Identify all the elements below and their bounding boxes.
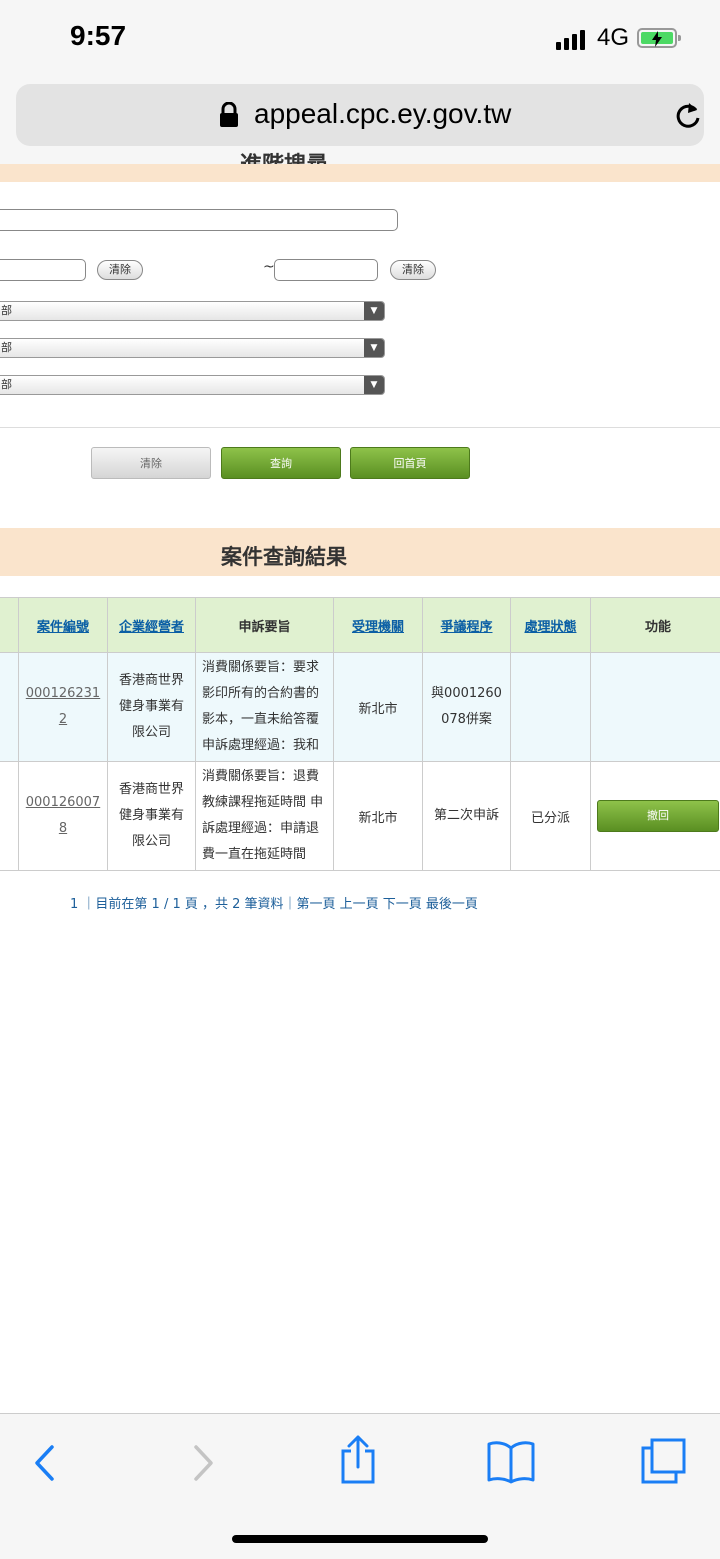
procedure-cell: 與0001260078併案 (423, 653, 511, 762)
select-2-value: 部 (1, 341, 12, 354)
browser-url-area: appeal.cpc.ey.gov.tw (0, 80, 720, 164)
header-procedure[interactable]: 爭議程序 (423, 598, 511, 653)
row-index-cell (0, 653, 19, 762)
case-no-link[interactable]: 000126007 8 (19, 790, 107, 842)
company-cell: 香港商世界健身事業有限公司 (108, 762, 196, 871)
status-cell (511, 653, 591, 762)
query-button[interactable]: 查詢 (221, 447, 341, 479)
signal-icon (556, 28, 585, 50)
url-text: appeal.cpc.ey.gov.tw (254, 98, 511, 130)
pagination[interactable]: 1 ｜目前在第 1 / 1 頁 ，共 2 筆資料｜第一頁 上一頁 下一頁 最後一… (70, 893, 478, 912)
summary-cell: 消費關係要旨：退費教練課程拖延時間 申訴處理經過：申請退費一直在拖延時間 (196, 762, 334, 871)
case-no-part-2: 8 (59, 821, 67, 836)
date-range-tilde: ~ (263, 259, 275, 275)
table-row: 000126007 8 香港商世界健身事業有限公司 消費關係要旨：退費教練課程拖… (0, 762, 720, 871)
chevron-down-icon: ▼ (364, 376, 384, 394)
header-case-no[interactable]: 案件編號 (19, 598, 108, 653)
case-no-cell[interactable]: 000126007 8 (19, 762, 108, 871)
summary-cell: 消費關係要旨：要求影印所有的合約書的影本，一直未給答覆申訴處理經過：我和 (196, 653, 334, 762)
clear-button[interactable]: 清除 (91, 447, 211, 479)
sort-procedure-link[interactable]: 爭議程序 (440, 620, 492, 635)
battery-icon (637, 28, 677, 48)
results-title: 案件查詢結果 (0, 541, 568, 571)
agency-cell: 新北市 (334, 762, 423, 871)
row-index-cell (0, 762, 19, 871)
select-1-value: 部 (1, 304, 12, 317)
clock: 9:57 (70, 20, 126, 52)
agency-cell: 新北市 (334, 653, 423, 762)
share-icon[interactable] (338, 1434, 378, 1486)
sort-agency-link[interactable]: 受理機關 (352, 620, 404, 635)
home-indicator (232, 1535, 488, 1543)
header-agency[interactable]: 受理機關 (334, 598, 423, 653)
header-function: 功能 (591, 598, 720, 653)
forward-icon[interactable] (190, 1444, 216, 1482)
withdraw-button[interactable]: 撤回 (597, 800, 719, 832)
status-bar: 9:57 4G (0, 0, 720, 80)
header-summary: 申訴要旨 (196, 598, 334, 653)
home-button[interactable]: 回首頁 (350, 447, 470, 479)
status-cell: 已分派 (511, 762, 591, 871)
case-no-part-1: 000126231 (26, 686, 100, 701)
date-to-input[interactable] (274, 259, 378, 281)
chevron-down-icon: ▼ (364, 339, 384, 357)
sort-case-no-link[interactable]: 案件編號 (37, 620, 89, 635)
results-table: 案件編號 企業經營者 申訴要旨 受理機關 爭議程序 處理狀態 功能 000126… (0, 597, 720, 871)
divider (0, 427, 720, 428)
reload-icon[interactable] (674, 101, 702, 131)
case-no-cell[interactable]: 000126231 2 (19, 653, 108, 762)
summary-text: 消費關係要旨：要求影印所有的合約書的影本，一直未給答覆申訴處理經過：我和 (202, 655, 327, 759)
header-company[interactable]: 企業經營者 (108, 598, 196, 653)
company-cell: 香港商世界健身事業有限公司 (108, 653, 196, 762)
select-3-value: 部 (1, 378, 12, 391)
network-type: 4G (597, 24, 629, 52)
date-from-input[interactable] (0, 259, 86, 281)
search-section-title: 進階搜尋 (240, 146, 328, 164)
clear-date-from-button[interactable]: 清除 (97, 260, 143, 280)
action-cell (591, 653, 720, 762)
case-no-part-1: 000126007 (26, 795, 100, 810)
select-2[interactable]: 部 ▼ (0, 338, 385, 358)
url-bar[interactable]: appeal.cpc.ey.gov.tw (16, 84, 704, 146)
case-no-link[interactable]: 000126231 2 (19, 681, 107, 733)
keyword-input[interactable] (0, 209, 398, 231)
back-icon[interactable] (32, 1444, 58, 1482)
tabs-icon[interactable] (638, 1436, 688, 1486)
summary-text: 消費關係要旨：退費教練課程拖延時間 申訴處理經過：申請退費一直在拖延時間 (202, 764, 327, 868)
chevron-down-icon: ▼ (364, 302, 384, 320)
clear-date-to-button[interactable]: 清除 (390, 260, 436, 280)
select-1[interactable]: 部 ▼ (0, 301, 385, 321)
table-row: 000126231 2 香港商世界健身事業有限公司 消費關係要旨：要求影印所有的… (0, 653, 720, 762)
header-index (0, 598, 19, 653)
action-cell: 撤回 (591, 762, 720, 871)
select-3[interactable]: 部 ▼ (0, 375, 385, 395)
case-no-part-2: 2 (59, 712, 67, 727)
header-status[interactable]: 處理狀態 (511, 598, 591, 653)
sort-company-link[interactable]: 企業經營者 (119, 620, 184, 635)
lock-icon (219, 102, 239, 128)
table-header-row: 案件編號 企業經營者 申訴要旨 受理機關 爭議程序 處理狀態 功能 (0, 598, 720, 653)
bookmarks-icon[interactable] (486, 1440, 536, 1484)
sort-status-link[interactable]: 處理狀態 (524, 620, 576, 635)
procedure-cell: 第二次申訴 (423, 762, 511, 871)
search-section-header (0, 164, 720, 182)
